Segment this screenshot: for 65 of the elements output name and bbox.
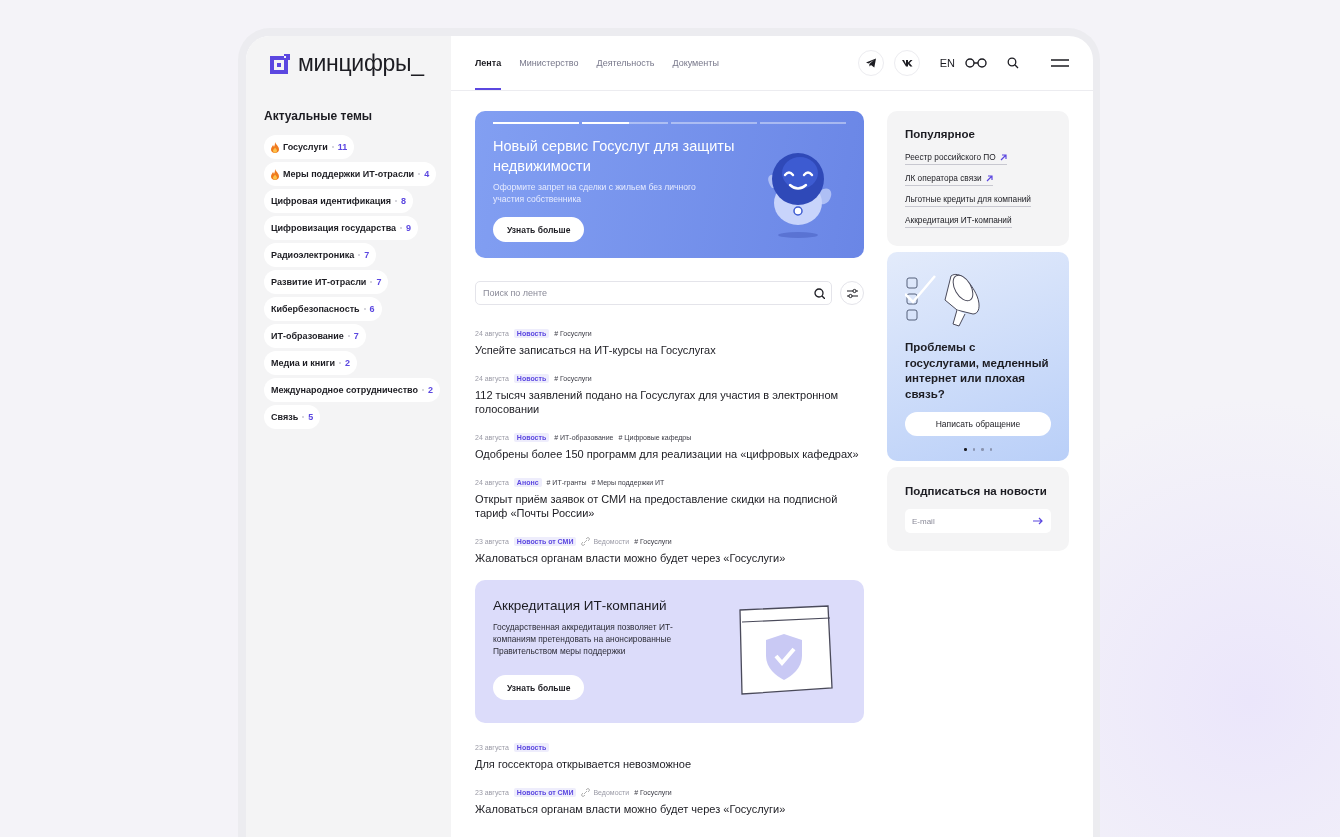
news-headline[interactable]: Открыт приём заявок от СМИ на предоставление скидки на подписной тариф «Почты России» (475, 492, 864, 520)
carousel-dot[interactable] (981, 448, 984, 451)
popular-link[interactable]: Реестр российского ПО (905, 152, 1007, 165)
topic-chip[interactable]: Цифровая идентификация 8 (264, 189, 414, 213)
email-field[interactable]: E-mail (905, 509, 1051, 533)
carousel-dot[interactable] (989, 448, 992, 451)
topic-chip[interactable]: Меры поддержки ИТ-отрасли 4 (264, 162, 437, 186)
search-field[interactable]: Поиск по ленте (475, 281, 832, 305)
card-title: Подписаться на новости (905, 485, 1048, 497)
glasses-icon (965, 57, 987, 69)
accessibility-button[interactable] (965, 57, 987, 69)
news-headline[interactable]: Успейте записаться на ИТ-курсы на Госуслугах (475, 343, 864, 357)
card-title: Популярное (905, 128, 976, 140)
promo-title: Аккредитация ИТ-компаний (493, 598, 668, 613)
vk-icon (900, 57, 913, 69)
topic-chip[interactable]: Радиоэлектроника 7 (264, 243, 377, 267)
arrow-right-icon (1033, 517, 1043, 525)
logo-text: минцифры_ (298, 50, 424, 77)
popular-link[interactable]: Льготные кредиты для компаний (905, 194, 1031, 207)
topic-chip[interactable]: Цифровизация государства 9 (264, 216, 419, 240)
paper-plane-icon (864, 57, 877, 69)
appeal-title: Проблемы с госуслугами, медленный интернет или плохая связь? (905, 340, 1050, 402)
topic-chip[interactable]: ИТ-образование 7 (264, 324, 366, 348)
search-icon (1007, 57, 1019, 69)
topic-chip[interactable]: Госуслуги 11 (264, 135, 355, 159)
learn-more-button[interactable]: Узнать больше (493, 217, 585, 242)
nav-tab[interactable]: Лента (475, 38, 502, 90)
search-icon (814, 288, 825, 299)
filter-button[interactable] (840, 281, 864, 305)
carousel-dot[interactable] (964, 448, 967, 451)
nav-tab[interactable]: Документы (672, 38, 719, 90)
promo-card[interactable]: Аккредитация ИТ-компаний Государственная аккредитация позволяет ИТ-компаниям претендовать на анонсированные Правительством меры поддержки Узнать больше (475, 580, 864, 723)
nav-tab[interactable]: Министерство (519, 38, 579, 90)
appeal-card[interactable]: Проблемы с госуслугами, медленный интернет или плохая связь? Написать обращение (887, 252, 1069, 461)
learn-more-button[interactable]: Узнать больше (493, 675, 585, 700)
vk-button[interactable] (893, 50, 920, 76)
news-headline[interactable]: Для госсектора открывается невозможное (475, 757, 864, 771)
news-headline[interactable]: 112 тысяч заявлений подано на Госуслугах для участия в электронном голосовании (475, 388, 864, 416)
news-headline[interactable]: Жаловаться органам власти можно будет через «Госуслуги» (475, 551, 864, 565)
banner-text: Оформите запрет на сделки с жильем без личного участия собственника (493, 181, 697, 205)
write-appeal-button[interactable]: Написать обращение (905, 412, 1051, 436)
search-button[interactable] (1007, 57, 1019, 69)
topic-chip[interactable]: Развитие ИТ-отрасли 7 (264, 270, 389, 294)
language-button[interactable]: EN (939, 57, 955, 69)
link-icon (581, 787, 591, 797)
nav-tab[interactable]: Деятельность (596, 38, 655, 90)
popular-link[interactable]: ЛК оператора связи (905, 173, 993, 186)
topic-chip[interactable]: Международное сотрудничество 2 (264, 378, 441, 402)
promo-text: Государственная аккредитация позволяет ИТ-компаниям претендовать на анонсированные Правительством меры поддержки (493, 621, 674, 657)
menu-icon (1051, 59, 1069, 67)
section-title: Актуальные темы (264, 109, 374, 123)
news-headline[interactable]: Жаловаться органам власти можно будет через «Госуслуги» (475, 802, 864, 816)
link-icon (581, 536, 591, 546)
topic-chip[interactable]: Связь 5 (264, 405, 321, 429)
news-headline[interactable]: Одобрены более 150 программ для реализации на «цифровых кафедрах» (475, 447, 864, 461)
promo-banner[interactable]: Новый сервис Госуслуг для защиты недвижимости Оформите запрет на сделки с жильем без личного участия собственника Узнать больше (475, 111, 864, 258)
topic-chip[interactable]: Медиа и книги 2 (264, 351, 358, 375)
logo-icon (270, 53, 290, 74)
menu-button[interactable] (1051, 59, 1069, 67)
banner-title: Новый сервис Госуслуг для защиты недвижимости (493, 137, 736, 176)
topic-chip[interactable]: Кибербезопасность 6 (264, 297, 382, 321)
carousel-dot[interactable] (972, 448, 975, 451)
telegram-button[interactable] (857, 50, 884, 76)
sliders-icon (846, 287, 858, 299)
popular-link[interactable]: Аккредитация ИТ-компаний (905, 215, 1012, 228)
